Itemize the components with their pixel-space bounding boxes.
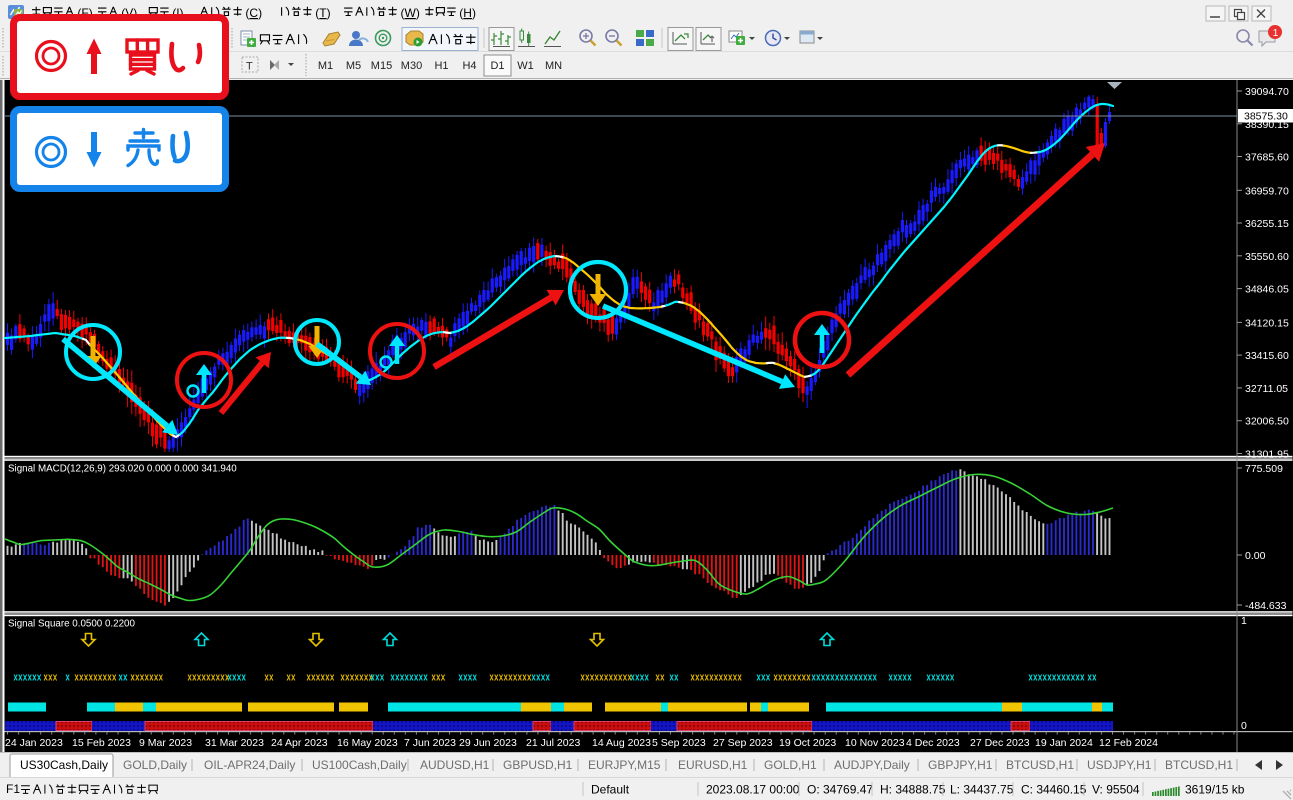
svg-text:24 Apr 2023: 24 Apr 2023	[271, 737, 328, 749]
svg-text:3619/15 kb: 3619/15 kb	[1185, 783, 1245, 797]
svg-text:1: 1	[1273, 28, 1279, 39]
svg-text:M30: M30	[401, 60, 422, 72]
svg-text:34120.15: 34120.15	[1245, 317, 1289, 329]
svg-text:37685.60: 37685.60	[1245, 152, 1289, 164]
svg-text:-484.633: -484.633	[1245, 600, 1287, 612]
svg-text:L: 34437.75: L: 34437.75	[950, 783, 1014, 797]
svg-text:19 Oct 2023: 19 Oct 2023	[779, 737, 836, 749]
svg-text:35550.60: 35550.60	[1245, 251, 1289, 263]
svg-text:24 Jan 2023: 24 Jan 2023	[5, 737, 63, 749]
svg-text:27 Sep 2023: 27 Sep 2023	[713, 737, 773, 749]
svg-text:D1: D1	[490, 60, 504, 72]
svg-text:BTCUSD,H1: BTCUSD,H1	[1006, 758, 1074, 772]
svg-text:US30Cash,Daily: US30Cash,Daily	[20, 758, 108, 772]
svg-text:12 Feb 2024: 12 Feb 2024	[1099, 737, 1158, 749]
svg-text:10 Nov 2023: 10 Nov 2023	[845, 737, 905, 749]
svg-text:H: 34888.75: H: 34888.75	[880, 783, 946, 797]
svg-text:H4: H4	[462, 60, 476, 72]
svg-text:16 May 2023: 16 May 2023	[337, 737, 398, 749]
svg-text:1: 1	[1241, 615, 1247, 627]
svg-text:H1: H1	[434, 60, 448, 72]
svg-text:US100Cash,Daily: US100Cash,Daily	[312, 758, 407, 772]
svg-text:F1: F1	[6, 782, 20, 796]
svg-text:M5: M5	[346, 60, 361, 72]
svg-text:AUDJPY,Daily: AUDJPY,Daily	[834, 758, 910, 772]
svg-text:33415.60: 33415.60	[1245, 350, 1289, 362]
svg-text:5 Sep 2023: 5 Sep 2023	[652, 737, 706, 749]
svg-text:36255.15: 36255.15	[1245, 218, 1289, 230]
svg-text:(W): (W)	[401, 6, 420, 20]
svg-text:Signal Square 0.0500 0.2200: Signal Square 0.0500 0.2200	[8, 619, 135, 630]
svg-text:MN: MN	[545, 60, 562, 72]
svg-text:32006.50: 32006.50	[1245, 416, 1289, 428]
svg-text:AUDUSD,H1: AUDUSD,H1	[420, 758, 490, 772]
svg-text:M1: M1	[318, 60, 333, 72]
svg-text:0.00: 0.00	[1245, 550, 1266, 562]
svg-text:34846.05: 34846.05	[1245, 284, 1289, 296]
svg-text:Signal MACD(12,26,9) 293.020 0: Signal MACD(12,26,9) 293.020 0.000 0.000…	[8, 464, 237, 475]
svg-text:2023.08.17 00:00: 2023.08.17 00:00	[706, 783, 800, 797]
svg-text:32711.05: 32711.05	[1245, 383, 1288, 395]
svg-text:21 Jul 2023: 21 Jul 2023	[526, 737, 580, 749]
svg-text:14 Aug 2023: 14 Aug 2023	[592, 737, 651, 749]
svg-text:29 Jun 2023: 29 Jun 2023	[459, 737, 517, 749]
svg-text:27 Dec 2023: 27 Dec 2023	[970, 737, 1030, 749]
svg-text:USDJPY,H1: USDJPY,H1	[1087, 758, 1152, 772]
svg-text:39094.70: 39094.70	[1245, 86, 1289, 98]
svg-text:O: 34769.47: O: 34769.47	[807, 783, 873, 797]
svg-text:0: 0	[1241, 720, 1247, 732]
svg-text:BTCUSD,H1: BTCUSD,H1	[1165, 758, 1233, 772]
svg-text:31 Mar 2023: 31 Mar 2023	[205, 737, 264, 749]
svg-text:GBPJPY,H1: GBPJPY,H1	[928, 758, 993, 772]
svg-text:GBPUSD,H1: GBPUSD,H1	[503, 758, 573, 772]
svg-text:EURUSD,H1: EURUSD,H1	[678, 758, 748, 772]
svg-text:31301.95: 31301.95	[1245, 449, 1289, 461]
svg-text:OIL-APR24,Daily: OIL-APR24,Daily	[204, 758, 295, 772]
svg-text:(T): (T)	[315, 6, 330, 20]
svg-text:Default: Default	[591, 783, 630, 797]
svg-text:19 Jan 2024: 19 Jan 2024	[1035, 737, 1093, 749]
svg-text:9 Mar 2023: 9 Mar 2023	[139, 737, 192, 749]
svg-text:GOLD,Daily: GOLD,Daily	[123, 758, 187, 772]
svg-text:4 Dec 2023: 4 Dec 2023	[906, 737, 960, 749]
svg-text:V: 95504: V: 95504	[1092, 783, 1140, 797]
svg-text:EURJPY,M15: EURJPY,M15	[588, 758, 661, 772]
svg-text:(H): (H)	[459, 6, 476, 20]
svg-text:36959.70: 36959.70	[1245, 185, 1289, 197]
svg-text:15 Feb 2023: 15 Feb 2023	[72, 737, 131, 749]
svg-text:W1: W1	[517, 60, 534, 72]
svg-text:775.509: 775.509	[1245, 463, 1283, 475]
svg-text:38575.30: 38575.30	[1244, 111, 1288, 123]
svg-text:7 Jun 2023: 7 Jun 2023	[404, 737, 456, 749]
svg-text:C: 34460.15: C: 34460.15	[1021, 783, 1087, 797]
svg-text:GOLD,H1: GOLD,H1	[764, 758, 817, 772]
svg-text:M15: M15	[371, 60, 392, 72]
